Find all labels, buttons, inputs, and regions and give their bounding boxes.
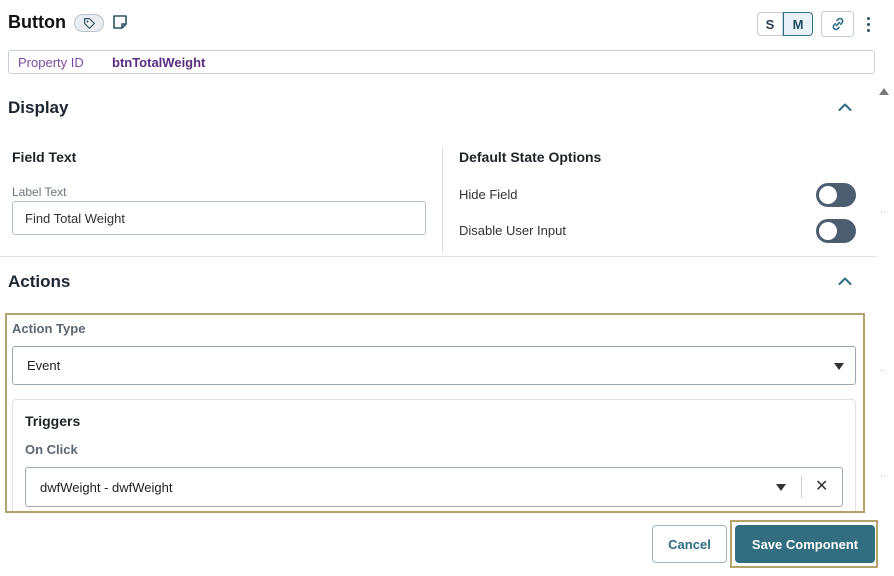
default-state-title: Default State Options bbox=[459, 149, 602, 165]
size-m-button[interactable]: M bbox=[783, 12, 813, 36]
note-icon[interactable] bbox=[112, 14, 128, 30]
scroll-up-arrow[interactable] bbox=[879, 88, 889, 95]
size-s-button[interactable]: S bbox=[757, 12, 783, 36]
property-id-label: Property ID bbox=[18, 54, 84, 70]
select-separator bbox=[801, 476, 802, 498]
chevron-up-icon[interactable] bbox=[838, 274, 852, 288]
on-click-label: On Click bbox=[25, 442, 78, 457]
hide-field-label: Hide Field bbox=[459, 187, 518, 202]
link-icon bbox=[832, 17, 843, 31]
tag-icon bbox=[83, 17, 95, 29]
panel-title: Button bbox=[8, 12, 66, 32]
clear-icon[interactable]: ✕ bbox=[815, 477, 828, 497]
chevron-up-icon[interactable] bbox=[838, 100, 852, 114]
property-id-value: btnTotalWeight bbox=[112, 54, 206, 70]
actions-highlight-edge bbox=[5, 511, 865, 513]
display-section-title[interactable]: Display bbox=[8, 98, 68, 118]
on-click-select[interactable]: dwfWeight - dwfWeight ✕ bbox=[25, 467, 843, 507]
property-id-row: Property ID btnTotalWeight bbox=[8, 50, 875, 74]
caret-down-icon bbox=[834, 363, 844, 370]
action-type-value: Event bbox=[27, 358, 61, 373]
scroll-marker: ·· bbox=[880, 207, 886, 217]
section-divider bbox=[0, 256, 876, 257]
more-options-icon[interactable] bbox=[863, 14, 873, 34]
cancel-button[interactable]: Cancel bbox=[652, 525, 727, 563]
disable-input-label: Disable User Input bbox=[459, 223, 566, 238]
actions-section-title[interactable]: Actions bbox=[8, 272, 70, 292]
disable-input-toggle[interactable] bbox=[816, 219, 856, 243]
save-component-button[interactable]: Save Component bbox=[735, 525, 875, 563]
scroll-marker: ·· bbox=[880, 471, 886, 481]
label-text-input[interactable]: Find Total Weight bbox=[12, 201, 426, 235]
scroll-marker: ·· bbox=[880, 365, 886, 375]
tag-button[interactable] bbox=[74, 14, 104, 32]
link-button[interactable] bbox=[821, 11, 854, 37]
caret-down-icon[interactable] bbox=[776, 484, 786, 491]
action-type-label: Action Type bbox=[12, 321, 86, 336]
on-click-value: dwfWeight - dwfWeight bbox=[40, 479, 173, 495]
triggers-title: Triggers bbox=[25, 413, 81, 429]
column-divider bbox=[442, 147, 443, 253]
size-toggle: S M bbox=[757, 12, 813, 36]
field-text-title: Field Text bbox=[12, 149, 77, 165]
label-text-label: Label Text bbox=[12, 185, 67, 199]
action-type-select[interactable]: Event bbox=[12, 346, 856, 385]
hide-field-toggle[interactable] bbox=[816, 183, 856, 207]
